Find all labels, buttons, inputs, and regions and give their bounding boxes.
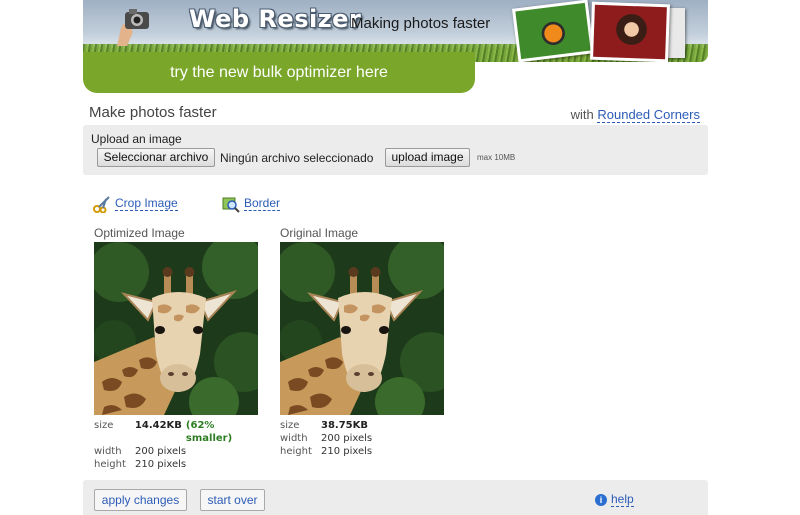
optimized-height-value: 210 pixels [135, 459, 187, 470]
max-size-note: max 10MB [477, 153, 516, 162]
height-label: height [94, 459, 126, 470]
portrait-photo [590, 1, 670, 62]
width-label: width [280, 433, 308, 444]
size-label: size [280, 420, 300, 431]
choose-file-button[interactable]: Seleccionar archivo [97, 148, 215, 167]
action-bar: apply changes start over i help [83, 480, 708, 515]
brand-logo: Web Resizer [189, 5, 362, 33]
original-image-title: Original Image [280, 226, 359, 240]
optimized-image-column: Optimized Image size 14.42KB (62% smaller)… [94, 226, 264, 471]
crop-tool[interactable]: Crop Image [93, 195, 178, 215]
original-stats: size 38.75KB width 200 pixels height 210 pi… [280, 419, 450, 458]
apply-changes-button[interactable]: apply changes [94, 489, 187, 511]
border-tool[interactable]: Border [222, 195, 281, 215]
optimized-width-value: 200 pixels [135, 446, 187, 457]
original-width-value: 200 pixels [321, 433, 373, 444]
border-magnifier-icon [222, 197, 240, 213]
with-prefix: with [570, 107, 594, 122]
optimized-image-title: Optimized Image [94, 226, 185, 240]
height-label: height [280, 446, 312, 457]
no-file-text: Ningún archivo seleccionado [220, 151, 374, 165]
width-label: width [94, 446, 122, 457]
help-link[interactable]: help [611, 492, 634, 507]
start-over-button[interactable]: start over [200, 489, 265, 511]
optimized-size-value: 14.42KB [134, 420, 182, 431]
upload-image-button[interactable]: upload image [385, 148, 470, 167]
original-size-value: 38.75KB [321, 420, 369, 431]
size-label: size [94, 420, 114, 431]
butterfly-photo [511, 0, 595, 62]
upload-panel: Upload an image Seleccionar archivo Ning… [83, 125, 708, 175]
scissors-icon [93, 196, 110, 213]
bulk-optimizer-link[interactable]: try the new bulk optimizer here [83, 52, 475, 93]
original-giraffe-image [280, 242, 444, 415]
original-height-value: 210 pixels [321, 446, 373, 457]
camera-hand-icon [117, 9, 149, 46]
optimized-giraffe-image [94, 242, 258, 415]
savings-badge: (62% smaller) [185, 420, 233, 444]
crop-image-link[interactable]: Crop Image [115, 196, 178, 212]
help-link-container[interactable]: i help [595, 492, 634, 507]
rounded-corners-link[interactable]: Rounded Corners [597, 107, 700, 123]
page-title: Make photos faster [89, 104, 217, 121]
info-icon: i [595, 493, 607, 506]
optimized-stats: size 14.42KB (62% smaller) width 200 pixels… [94, 419, 264, 471]
rounded-corners-line: with Rounded Corners [570, 107, 700, 123]
upload-label: Upload an image [91, 132, 182, 146]
tagline: Making photos faster [351, 15, 491, 32]
page-container: Web Resizer Making photos faster try the… [83, 0, 708, 515]
border-link[interactable]: Border [244, 196, 281, 212]
original-image-column: Original Image size 38.75KB width 200 pixe… [280, 226, 450, 458]
